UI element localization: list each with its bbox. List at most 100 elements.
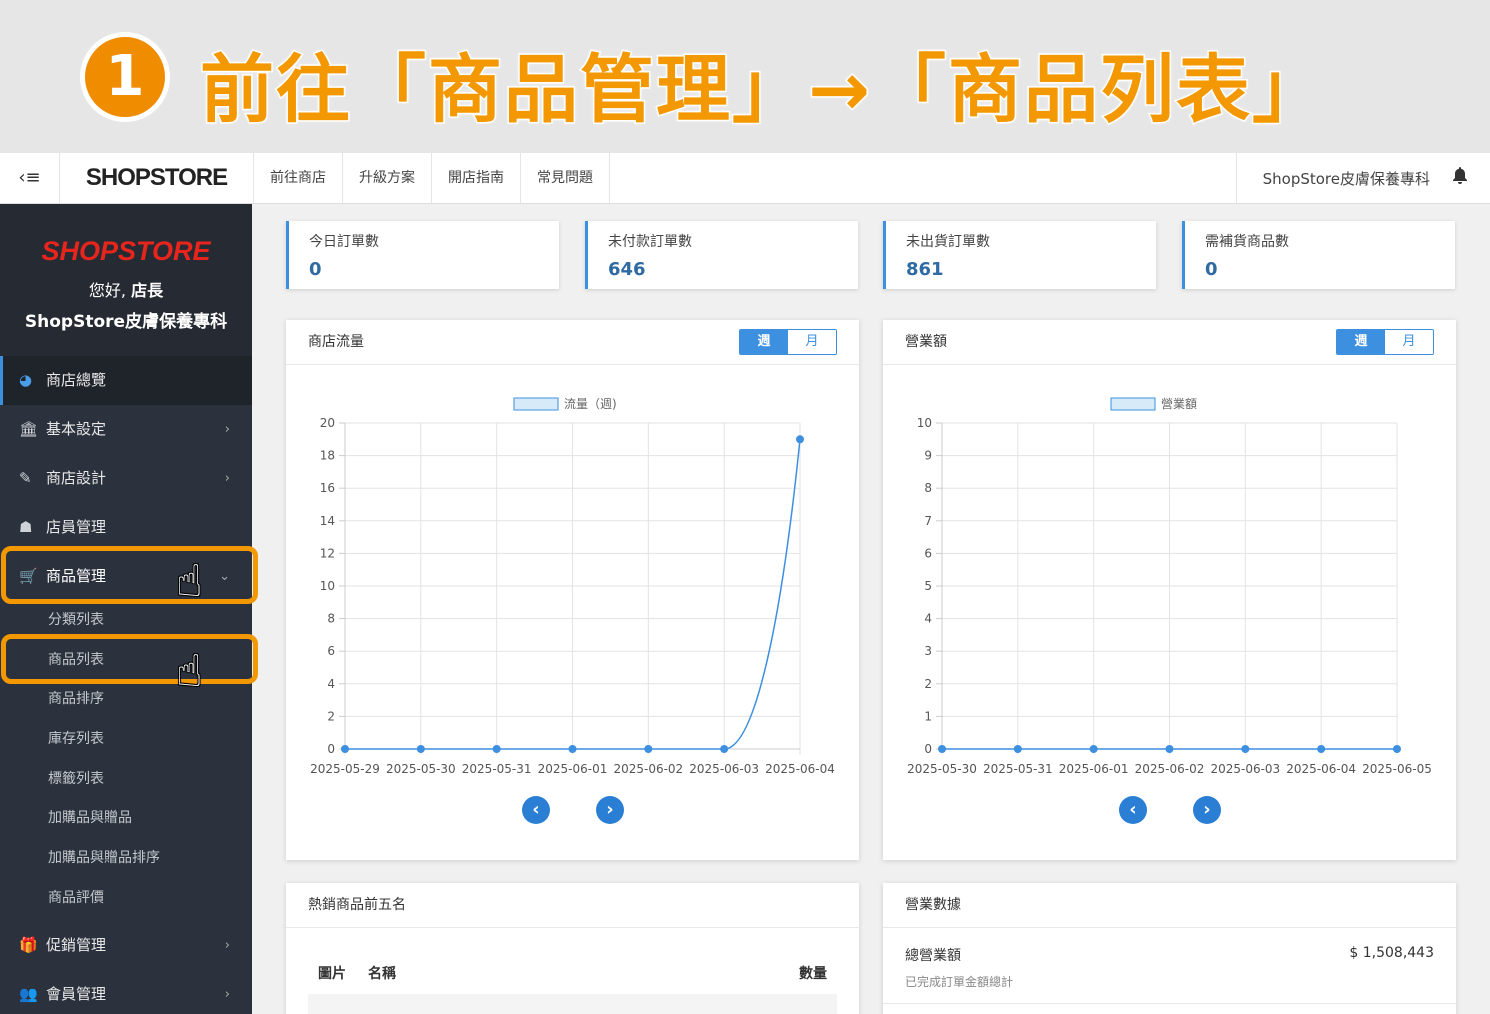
month-button[interactable]: 月 bbox=[1385, 330, 1433, 354]
month-button[interactable]: 月 bbox=[788, 330, 836, 354]
y-tick-label: 8 bbox=[327, 612, 335, 626]
y-tick-label: 12 bbox=[320, 546, 335, 560]
sales-data-panel: 營業數據 總營業額 已完成訂單金額總計 $ 1,508,443 bbox=[883, 883, 1456, 1014]
y-tick-label: 10 bbox=[917, 416, 932, 430]
submenu-product-sort[interactable]: 商品排序 bbox=[0, 680, 252, 720]
y-tick-label: 4 bbox=[924, 612, 932, 626]
top5-products-panel: 熱銷商品前五名 圖片 名稱 數量 bbox=[286, 883, 859, 1014]
sidebar-logo: SHOPSTORE bbox=[41, 236, 211, 266]
data-point bbox=[644, 745, 653, 753]
legend-label: 流量（週) bbox=[564, 397, 617, 411]
panel-header: 營業額 週 月 bbox=[883, 320, 1456, 365]
y-tick-label: 6 bbox=[924, 546, 932, 560]
x-tick-label: 2025-05-31 bbox=[983, 762, 1053, 776]
stat-value[interactable]: 646 bbox=[608, 259, 858, 280]
y-tick-label: 16 bbox=[320, 481, 335, 495]
col-qty: 數量 bbox=[799, 966, 827, 982]
data-point bbox=[796, 435, 804, 444]
panel-header: 營業數據 bbox=[883, 883, 1456, 928]
nav-store-guide[interactable]: 開店指南 bbox=[432, 153, 521, 203]
stat-label: 未出貨訂單數 bbox=[906, 234, 990, 250]
stat-restock-products: 需補貨商品數 0 bbox=[1182, 221, 1455, 289]
submenu-tag-list[interactable]: 標籤列表 bbox=[0, 760, 252, 800]
x-tick-label: 2025-06-01 bbox=[538, 762, 608, 776]
nav-faq[interactable]: 常見問題 bbox=[521, 153, 610, 203]
x-tick-label: 2025-06-03 bbox=[1210, 762, 1280, 776]
y-tick-label: 10 bbox=[320, 579, 335, 593]
bell-icon[interactable] bbox=[1452, 167, 1468, 189]
highlight-product-list bbox=[1, 634, 258, 684]
top-bar: ‹≡ SHOPSTORE 前往商店 升級方案 開店指南 常見問題 ShopSto… bbox=[0, 153, 1490, 204]
panel-header: 熱銷商品前五名 bbox=[286, 883, 859, 928]
bank-icon: 🏛 bbox=[19, 420, 39, 438]
gift-icon: 🎁 bbox=[19, 935, 38, 954]
total-revenue-value: $ 1,508,443 bbox=[1349, 945, 1434, 961]
greeting-text: 您好, bbox=[88, 281, 126, 300]
next-arrow-icon[interactable]: › bbox=[596, 796, 624, 824]
highlight-product-management bbox=[1, 546, 258, 604]
sidebar-item-basic-settings[interactable]: 🏛 基本設定 › bbox=[0, 405, 252, 454]
y-tick-label: 1 bbox=[924, 709, 932, 723]
legend-swatch bbox=[513, 397, 559, 411]
sidebar-item-members[interactable]: 👥 會員管理 › bbox=[0, 970, 252, 1014]
prev-arrow-icon[interactable]: ‹ bbox=[522, 796, 550, 824]
sidebar-item-label: 基本設定 bbox=[46, 420, 107, 438]
prev-arrow-icon[interactable]: ‹ bbox=[1119, 796, 1147, 824]
col-name: 名稱 bbox=[368, 966, 396, 982]
y-tick-label: 7 bbox=[924, 514, 932, 528]
data-point bbox=[1089, 745, 1098, 753]
x-tick-label: 2025-06-02 bbox=[1135, 762, 1205, 776]
week-button[interactable]: 週 bbox=[740, 330, 788, 354]
revenue-chart: 營業額 0 1 2 3 4 5 6 7 8 9 10 2025-05-30 2025-05-31 2025-… bbox=[907, 397, 1432, 776]
x-tick-label: 2025-06-01 bbox=[1059, 762, 1129, 776]
y-tick-label: 3 bbox=[924, 644, 932, 658]
data-point bbox=[568, 745, 577, 753]
submenu-addons-gifts[interactable]: 加購品與贈品 bbox=[0, 799, 252, 839]
data-point bbox=[492, 745, 501, 753]
submenu-addons-gifts-sort[interactable]: 加購品與贈品排序 bbox=[0, 839, 252, 879]
stat-label: 今日訂單數 bbox=[309, 234, 379, 250]
sidebar-item-label: 會員管理 bbox=[46, 984, 107, 1003]
data-point bbox=[1393, 745, 1401, 753]
step-number: 1 bbox=[80, 32, 170, 122]
sidebar-item-store-design[interactable]: ✎ 商店設計 › bbox=[0, 454, 252, 503]
data-point bbox=[1241, 745, 1250, 753]
pointer-hand-icon: ☝ bbox=[176, 556, 203, 607]
next-arrow-icon[interactable]: › bbox=[1193, 796, 1221, 824]
sidebar-toggle-button[interactable]: ‹≡ bbox=[0, 153, 60, 203]
data-point bbox=[1013, 745, 1022, 753]
y-tick-label: 4 bbox=[327, 677, 335, 691]
stat-value[interactable]: 861 bbox=[906, 259, 1156, 280]
divider bbox=[883, 1003, 1456, 1004]
stat-value[interactable]: 0 bbox=[309, 259, 559, 280]
panel-title: 營業額 bbox=[905, 334, 947, 350]
sidebar-item-label: 商店總覽 bbox=[46, 371, 107, 389]
submenu-inventory-list[interactable]: 庫存列表 bbox=[0, 720, 252, 760]
sidebar-store-name: ShopStore皮膚保養專科 bbox=[24, 312, 228, 332]
sidebar-item-store-overview[interactable]: ◕ 商店總覽 bbox=[0, 356, 252, 405]
sidebar-item-promotions[interactable]: 🎁 促銷管理 › bbox=[0, 920, 252, 970]
y-tick-label: 2 bbox=[327, 709, 335, 723]
y-tick-label: 20 bbox=[320, 416, 335, 430]
panel-title: 商店流量 bbox=[308, 334, 364, 350]
stat-value[interactable]: 0 bbox=[1205, 259, 1455, 280]
chevron-right-icon: › bbox=[224, 937, 230, 953]
submenu-product-reviews[interactable]: 商品評價 bbox=[0, 879, 252, 919]
total-revenue-note: 已完成訂單金額總計 bbox=[905, 975, 1014, 989]
shopstore-logo[interactable]: SHOPSTORE bbox=[60, 153, 254, 203]
week-button[interactable]: 週 bbox=[1337, 330, 1385, 354]
panel-title: 熱銷商品前五名 bbox=[308, 897, 406, 913]
y-tick-label: 18 bbox=[320, 449, 335, 463]
sidebar-item-staff[interactable]: ☗ 店員管理 bbox=[0, 503, 252, 552]
sidebar-item-label: 促銷管理 bbox=[46, 935, 107, 954]
revenue-panel: 營業額 週 月 營業額 0 1 2 3 4 5 6 7 8 9 10 2025-05-30 2025-05… bbox=[883, 320, 1456, 860]
x-tick-label: 2025-05-30 bbox=[386, 762, 456, 776]
sidebar-header: SHOPSTORE 您好, 店長 ShopStore皮膚保養專科 bbox=[0, 204, 252, 356]
nav-upgrade-plan[interactable]: 升級方案 bbox=[343, 153, 432, 203]
period-toggle: 週 月 bbox=[1336, 329, 1434, 355]
nav-go-store[interactable]: 前往商店 bbox=[254, 153, 343, 203]
stat-label: 需補貨商品數 bbox=[1205, 234, 1289, 250]
chevron-right-icon: › bbox=[224, 471, 230, 486]
store-name-dropdown[interactable]: ShopStore皮膚保養專科 bbox=[1263, 168, 1430, 189]
table-row[interactable] bbox=[308, 994, 837, 1014]
